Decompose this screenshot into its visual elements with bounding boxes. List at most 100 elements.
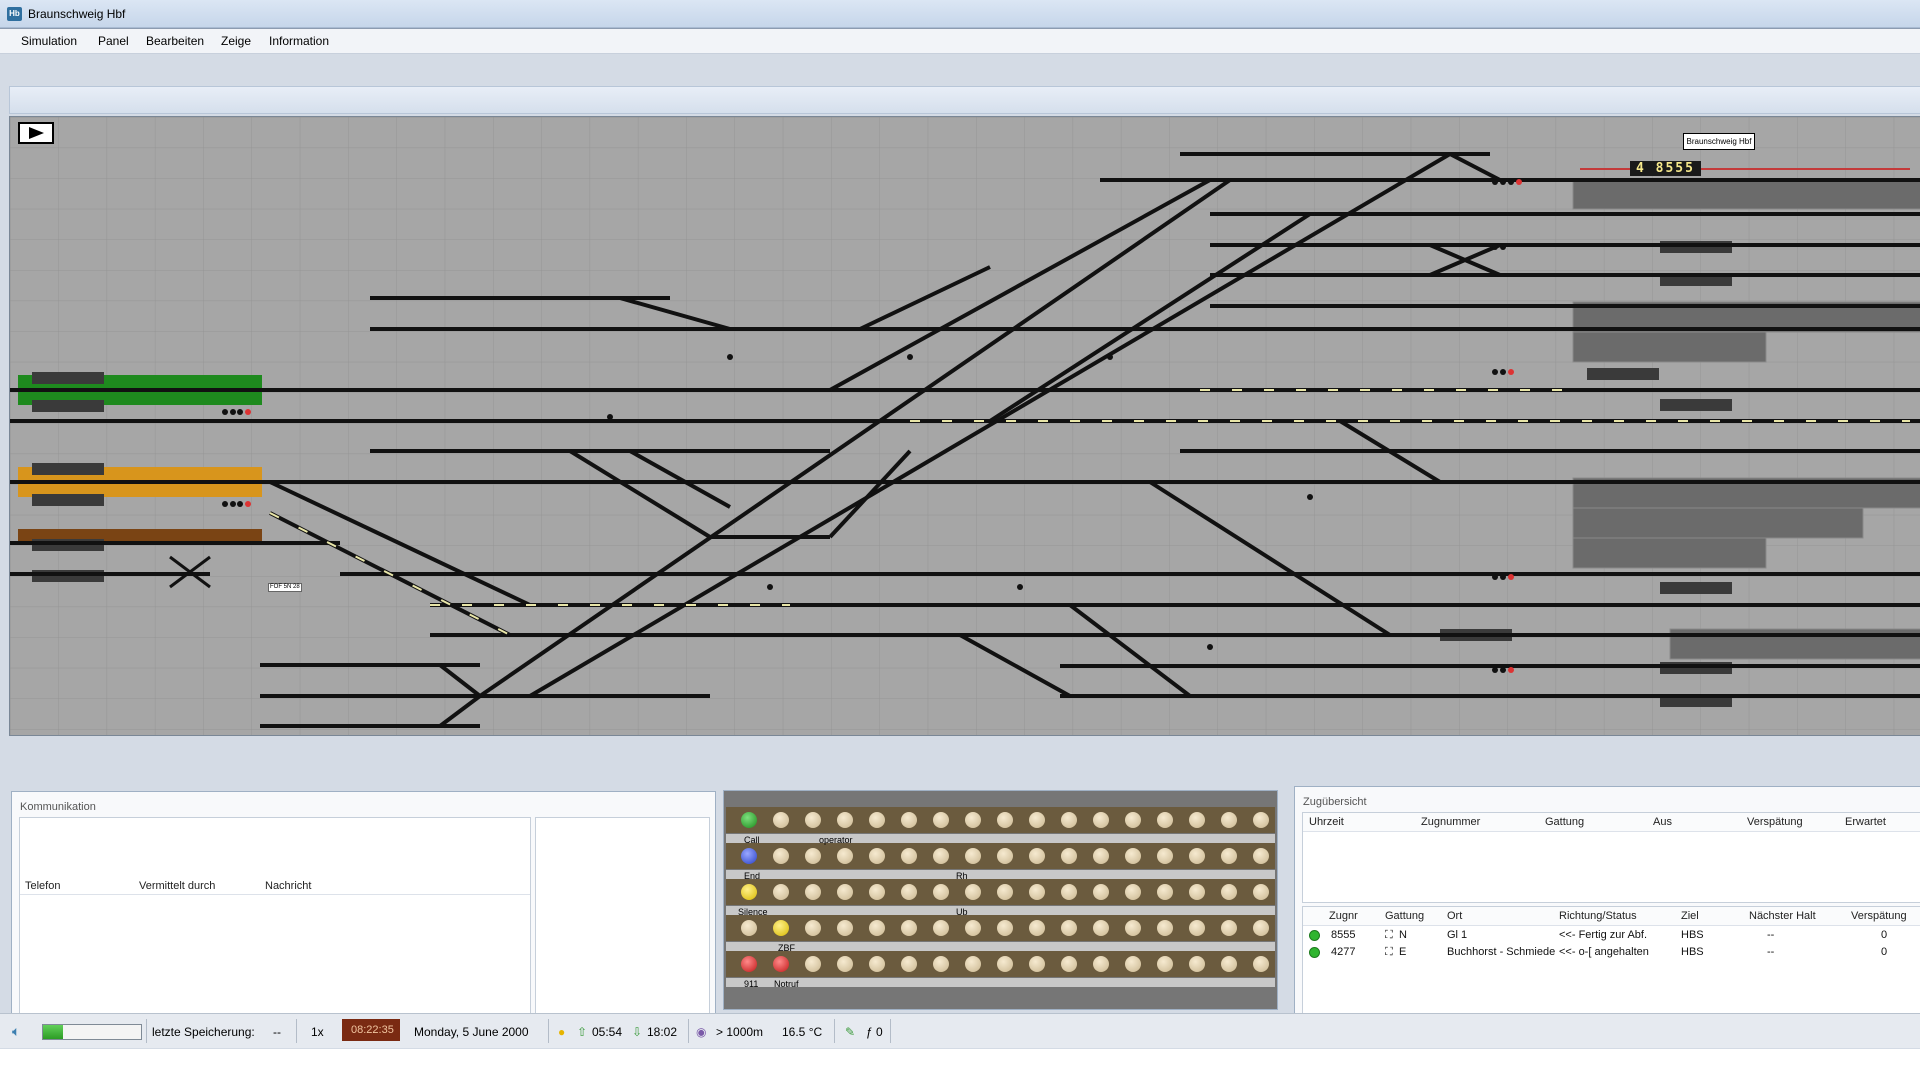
phone-lamp-icon[interactable]: [997, 956, 1013, 972]
phone-lamp-icon[interactable]: [1093, 812, 1109, 828]
phone-lamp-icon[interactable]: [997, 812, 1013, 828]
phone-lamp-icon[interactable]: [1221, 884, 1237, 900]
phone-lamp-icon[interactable]: [1029, 956, 1045, 972]
pencil-icon[interactable]: ✎: [845, 1025, 855, 1039]
phone-lamp-icon[interactable]: [1157, 812, 1173, 828]
phone-lamp-icon[interactable]: [805, 884, 821, 900]
phone-lamp-icon[interactable]: [1061, 884, 1077, 900]
phone-lamp-icon[interactable]: [773, 848, 789, 864]
phone-lamp-icon[interactable]: [1221, 848, 1237, 864]
phone-lamp-icon[interactable]: [1189, 920, 1205, 936]
phone-lamp-icon[interactable]: [1253, 884, 1269, 900]
phone-lamp-icon[interactable]: [741, 848, 757, 864]
phone-lamp-icon[interactable]: [901, 920, 917, 936]
phone-lamp-icon[interactable]: [1189, 812, 1205, 828]
phone-lamp-icon[interactable]: [837, 884, 853, 900]
col-verspaetung[interactable]: Verspätung: [1747, 816, 1803, 828]
phone-lamp-icon[interactable]: [901, 848, 917, 864]
col-erwartet[interactable]: Erwartet: [1845, 816, 1886, 828]
phone-lamp-icon[interactable]: [869, 956, 885, 972]
phone-lamp-icon[interactable]: [869, 848, 885, 864]
phone-lamp-icon[interactable]: [869, 812, 885, 828]
menu-panel[interactable]: Panel: [98, 34, 129, 48]
phone-lamp-icon[interactable]: [1061, 812, 1077, 828]
phone-lamp-icon[interactable]: [1253, 920, 1269, 936]
table-row[interactable]: 4277 ⛶ E Buchhorst - Schmiede <<- o-[ an…: [1303, 944, 1920, 961]
phone-lamp-icon[interactable]: [837, 812, 853, 828]
phone-lamp-icon[interactable]: [805, 812, 821, 828]
phone-lamp-icon[interactable]: [997, 920, 1013, 936]
phone-lamp-icon[interactable]: [805, 848, 821, 864]
phone-lamp-icon[interactable]: [997, 848, 1013, 864]
phone-lamp-icon[interactable]: [1061, 848, 1077, 864]
phone-lamp-icon[interactable]: [1157, 848, 1173, 864]
col-zugnr[interactable]: Zugnr: [1329, 910, 1358, 922]
phone-lamp-icon[interactable]: [1189, 848, 1205, 864]
phone-lamp-icon[interactable]: [1221, 812, 1237, 828]
phone-lamp-icon[interactable]: [1093, 920, 1109, 936]
col-gattung[interactable]: Gattung: [1545, 816, 1584, 828]
phone-lamp-icon[interactable]: [805, 956, 821, 972]
col-zugnummer[interactable]: Zugnummer: [1421, 816, 1480, 828]
col-richtung[interactable]: Richtung/Status: [1559, 910, 1637, 922]
phone-lamp-icon[interactable]: [965, 812, 981, 828]
phone-lamp-icon[interactable]: [1029, 920, 1045, 936]
phone-lamp-icon[interactable]: [933, 812, 949, 828]
col-uhrzeit[interactable]: Uhrzeit: [1309, 816, 1344, 828]
phone-lamp-icon[interactable]: [933, 920, 949, 936]
phone-lamp-icon[interactable]: [1029, 812, 1045, 828]
track-panel[interactable]: Braunschweig Hbf 4 8555 FOF 5N 28: [9, 116, 1920, 736]
phone-lamp-icon[interactable]: [933, 956, 949, 972]
menu-information[interactable]: Information: [269, 34, 329, 48]
phone-lamp-icon[interactable]: [1061, 956, 1077, 972]
play-button[interactable]: [18, 122, 54, 144]
phone-lamp-icon[interactable]: [773, 920, 789, 936]
communication-list[interactable]: Telefon Vermittelt durch Nachricht: [19, 817, 531, 1032]
phone-lamp-icon[interactable]: [837, 956, 853, 972]
phone-lamp-icon[interactable]: [1157, 920, 1173, 936]
phone-lamp-icon[interactable]: [741, 956, 757, 972]
phone-lamp-icon[interactable]: [965, 848, 981, 864]
phone-lamp-icon[interactable]: [901, 812, 917, 828]
phone-lamp-icon[interactable]: [901, 884, 917, 900]
phone-lamp-icon[interactable]: [1093, 848, 1109, 864]
col-ziel[interactable]: Ziel: [1681, 910, 1699, 922]
phone-lamp-icon[interactable]: [965, 920, 981, 936]
train-list-table[interactable]: Zugnr Gattung Ort Richtung/Status Ziel N…: [1302, 906, 1920, 1030]
col-vermittelt[interactable]: Vermittelt durch: [139, 880, 215, 892]
speed-value[interactable]: 1x: [311, 1025, 324, 1039]
phone-lamp-icon[interactable]: [1221, 956, 1237, 972]
phone-lamp-icon[interactable]: [933, 848, 949, 864]
phone-lamp-icon[interactable]: [869, 920, 885, 936]
col-list-gattung[interactable]: Gattung: [1385, 910, 1424, 922]
phone-lamp-icon[interactable]: [1125, 812, 1141, 828]
col-aus[interactable]: Aus: [1653, 816, 1672, 828]
phone-lamp-icon[interactable]: [1029, 848, 1045, 864]
phone-lamp-icon[interactable]: [933, 884, 949, 900]
phone-lamp-icon[interactable]: [837, 848, 853, 864]
phone-lamp-icon[interactable]: [965, 884, 981, 900]
phone-lamp-icon[interactable]: [1189, 956, 1205, 972]
phone-lamp-icon[interactable]: [837, 920, 853, 936]
phone-lamp-icon[interactable]: [1125, 884, 1141, 900]
phone-lamp-icon[interactable]: [901, 956, 917, 972]
phone-lamp-icon[interactable]: [1125, 848, 1141, 864]
col-list-verspaetung[interactable]: Verspätung: [1851, 910, 1907, 922]
phone-lamp-icon[interactable]: [1221, 920, 1237, 936]
col-nachricht[interactable]: Nachricht: [265, 880, 311, 892]
phone-lamp-icon[interactable]: [741, 884, 757, 900]
phone-lamp-icon[interactable]: [965, 956, 981, 972]
col-naechster-halt[interactable]: Nächster Halt: [1749, 910, 1816, 922]
speaker-icon[interactable]: 🔈︎: [12, 1023, 20, 1040]
menu-zeige[interactable]: Zeige: [221, 34, 251, 48]
phone-lamp-icon[interactable]: [1093, 956, 1109, 972]
phone-lamp-icon[interactable]: [805, 920, 821, 936]
table-row[interactable]: 8555 ⛶ N Gl 1 <<- Fertig zur Abf. HBS --…: [1303, 927, 1920, 944]
phone-lamp-icon[interactable]: [1061, 920, 1077, 936]
phone-lamp-icon[interactable]: [1125, 920, 1141, 936]
phone-lamp-icon[interactable]: [1253, 956, 1269, 972]
menu-simulation[interactable]: Simulation: [21, 34, 77, 48]
phone-lamp-icon[interactable]: [1157, 956, 1173, 972]
phone-lamp-icon[interactable]: [1157, 884, 1173, 900]
phone-lamp-icon[interactable]: [1093, 884, 1109, 900]
